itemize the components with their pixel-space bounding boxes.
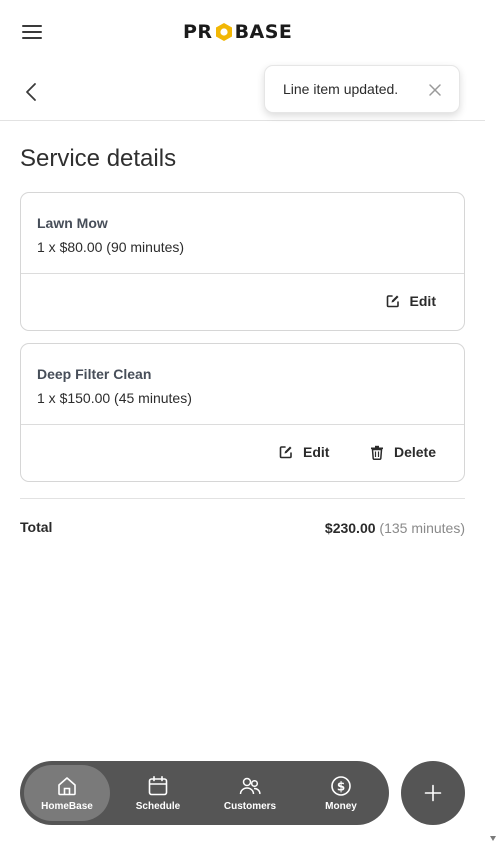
toast-notification: Line item updated. bbox=[264, 65, 460, 113]
logo-hex-icon bbox=[215, 23, 232, 41]
nav-label: Schedule bbox=[135, 801, 181, 812]
trash-icon bbox=[370, 445, 383, 460]
dollar-circle-icon: $ bbox=[331, 776, 351, 796]
plus-icon bbox=[424, 784, 442, 802]
toast-close-button[interactable] bbox=[427, 82, 443, 98]
total-amount: $230.00 bbox=[324, 520, 376, 536]
nav-item-schedule[interactable]: Schedule bbox=[115, 765, 201, 821]
delete-label: Delete bbox=[393, 444, 436, 460]
back-button[interactable] bbox=[22, 81, 42, 103]
line-item-actions: Edit Delete bbox=[21, 425, 464, 481]
page-title: Service details bbox=[20, 145, 177, 172]
scrollbar[interactable] bbox=[485, 0, 500, 845]
svg-text:$: $ bbox=[337, 780, 345, 794]
nav-item-customers[interactable]: Customers bbox=[207, 765, 293, 821]
total-label: Total bbox=[20, 519, 53, 535]
edit-label: Edit bbox=[409, 293, 436, 309]
top-app-bar: PR BASE bbox=[0, 0, 485, 62]
home-icon bbox=[58, 777, 76, 796]
line-item-name: Lawn Mow bbox=[37, 215, 108, 231]
probase-logo: PR BASE bbox=[183, 21, 293, 43]
line-item-actions: Edit bbox=[21, 274, 464, 330]
chevron-left-icon bbox=[26, 83, 36, 101]
total-minutes: (135 minutes) bbox=[379, 520, 465, 536]
nav-item-money[interactable]: $ Money bbox=[298, 765, 384, 821]
users-icon bbox=[239, 777, 261, 795]
delete-button[interactable]: Delete bbox=[370, 444, 436, 460]
line-item-info: Lawn Mow 1 x $80.00 (90 minutes) bbox=[21, 193, 464, 274]
line-item-name: Deep Filter Clean bbox=[37, 366, 152, 382]
edit-button[interactable]: Edit bbox=[279, 444, 329, 460]
total-value: $230.00 (135 minutes) bbox=[325, 520, 465, 536]
hamburger-icon bbox=[22, 22, 42, 39]
divider bbox=[20, 498, 465, 499]
nav-item-homebase[interactable]: HomeBase bbox=[24, 765, 110, 821]
close-icon bbox=[429, 84, 441, 96]
nav-label: HomeBase bbox=[41, 801, 93, 812]
add-button[interactable] bbox=[401, 761, 465, 825]
toast-message: Line item updated. bbox=[283, 81, 399, 97]
nav-label: Customers bbox=[223, 801, 277, 812]
edit-icon bbox=[386, 295, 399, 308]
edit-button[interactable]: Edit bbox=[386, 293, 436, 309]
line-item-quantity: 1 x $150.00 (45 minutes) bbox=[37, 390, 192, 406]
calendar-icon bbox=[148, 775, 168, 796]
edit-label: Edit bbox=[303, 444, 330, 460]
menu-button[interactable] bbox=[22, 22, 42, 42]
edit-icon bbox=[279, 446, 292, 459]
bottom-navigation: HomeBase Schedule Customers $ Money bbox=[20, 761, 389, 825]
line-item-card: Deep Filter Clean 1 x $150.00 (45 minute… bbox=[20, 343, 465, 482]
line-item-info: Deep Filter Clean 1 x $150.00 (45 minute… bbox=[21, 344, 464, 425]
nav-label: Money bbox=[325, 801, 357, 812]
line-item-card: Lawn Mow 1 x $80.00 (90 minutes) Edit bbox=[20, 192, 465, 331]
scroll-down-arrow-icon[interactable] bbox=[490, 836, 496, 841]
line-item-quantity: 1 x $80.00 (90 minutes) bbox=[37, 239, 185, 255]
